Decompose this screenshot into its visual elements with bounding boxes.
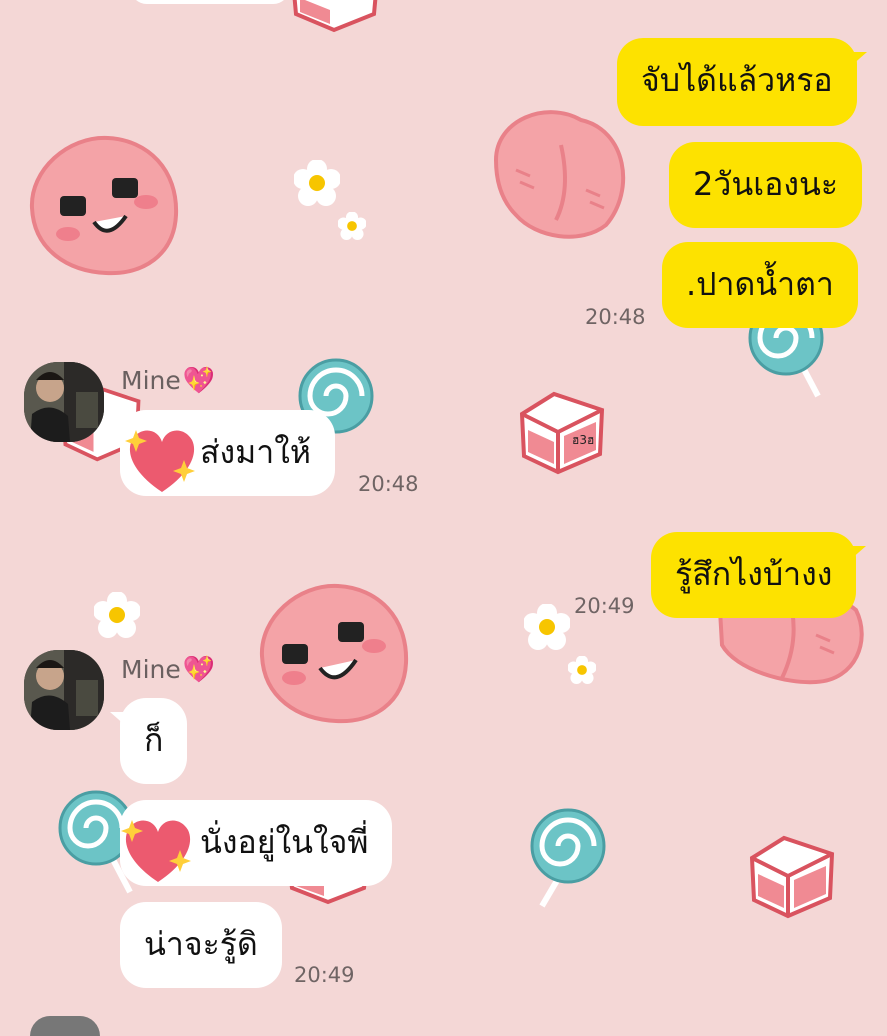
flower-icon [524,604,570,650]
message-text: จับได้แล้วหรอ [641,61,833,99]
message-time: 20:48 [585,305,646,329]
partial-message-bubble [130,0,290,4]
message-bubble-incoming[interactable]: ก็ [109,698,188,784]
partial-avatar [30,1016,100,1036]
message-bubble-outgoing[interactable]: รู้สึกไงบ้างง [651,532,867,618]
message-text: ก็ [144,721,164,759]
message-time: 20:49 [294,963,355,987]
peach-character-icon [29,135,179,276]
peach-back-icon [493,110,626,239]
peach-character-icon [259,583,409,724]
flower-icon [568,656,596,684]
sender-name-heart: 💖 [182,366,216,396]
sender-name: Mine💖 [121,655,215,685]
flower-icon [294,160,340,206]
message-text: น่าจะรู้ดิ [144,925,258,963]
message-time: 20:48 [358,472,419,496]
sender-name: Mine💖 [121,366,215,396]
svg-text:ฮ3ฮ: ฮ3ฮ [572,433,594,447]
sparkle-heart-icon [121,820,191,882]
milk-carton-icon [292,0,378,33]
sender-name-text: Mine [121,655,181,684]
flower-icon [94,592,140,638]
message-bubble-incoming[interactable]: น่าจะรู้ดิ [120,902,282,988]
message-text: รู้สึกไงบ้างง [675,555,833,593]
message-bubble-outgoing[interactable]: 2วันเองนะ [669,142,863,228]
message-bubble-outgoing[interactable]: .ปาดน้ำตา [662,242,858,328]
milk-carton-icon [749,835,835,919]
message-text: ส่งมาให้ [200,433,311,471]
message-text: .ปาดน้ำตา [686,265,834,303]
avatar-photo-icon [24,650,104,730]
avatar-photo-icon [24,362,104,442]
message-time: 20:49 [574,594,635,618]
sparkle-heart-icon [125,430,195,492]
avatar[interactable] [24,650,104,730]
lollipop-icon [530,808,606,908]
milk-carton-icon: ฮ3ฮ [519,391,605,475]
message-text: นั่งอยู่ในใจพี่ [200,823,369,861]
avatar[interactable] [24,362,104,442]
message-text: 2วันเองนะ [693,165,839,203]
message-bubble-outgoing[interactable]: จับได้แล้วหรอ [617,38,867,126]
flower-icon [338,212,366,240]
sender-name-text: Mine [121,366,181,395]
sender-name-heart: 💖 [182,655,216,685]
